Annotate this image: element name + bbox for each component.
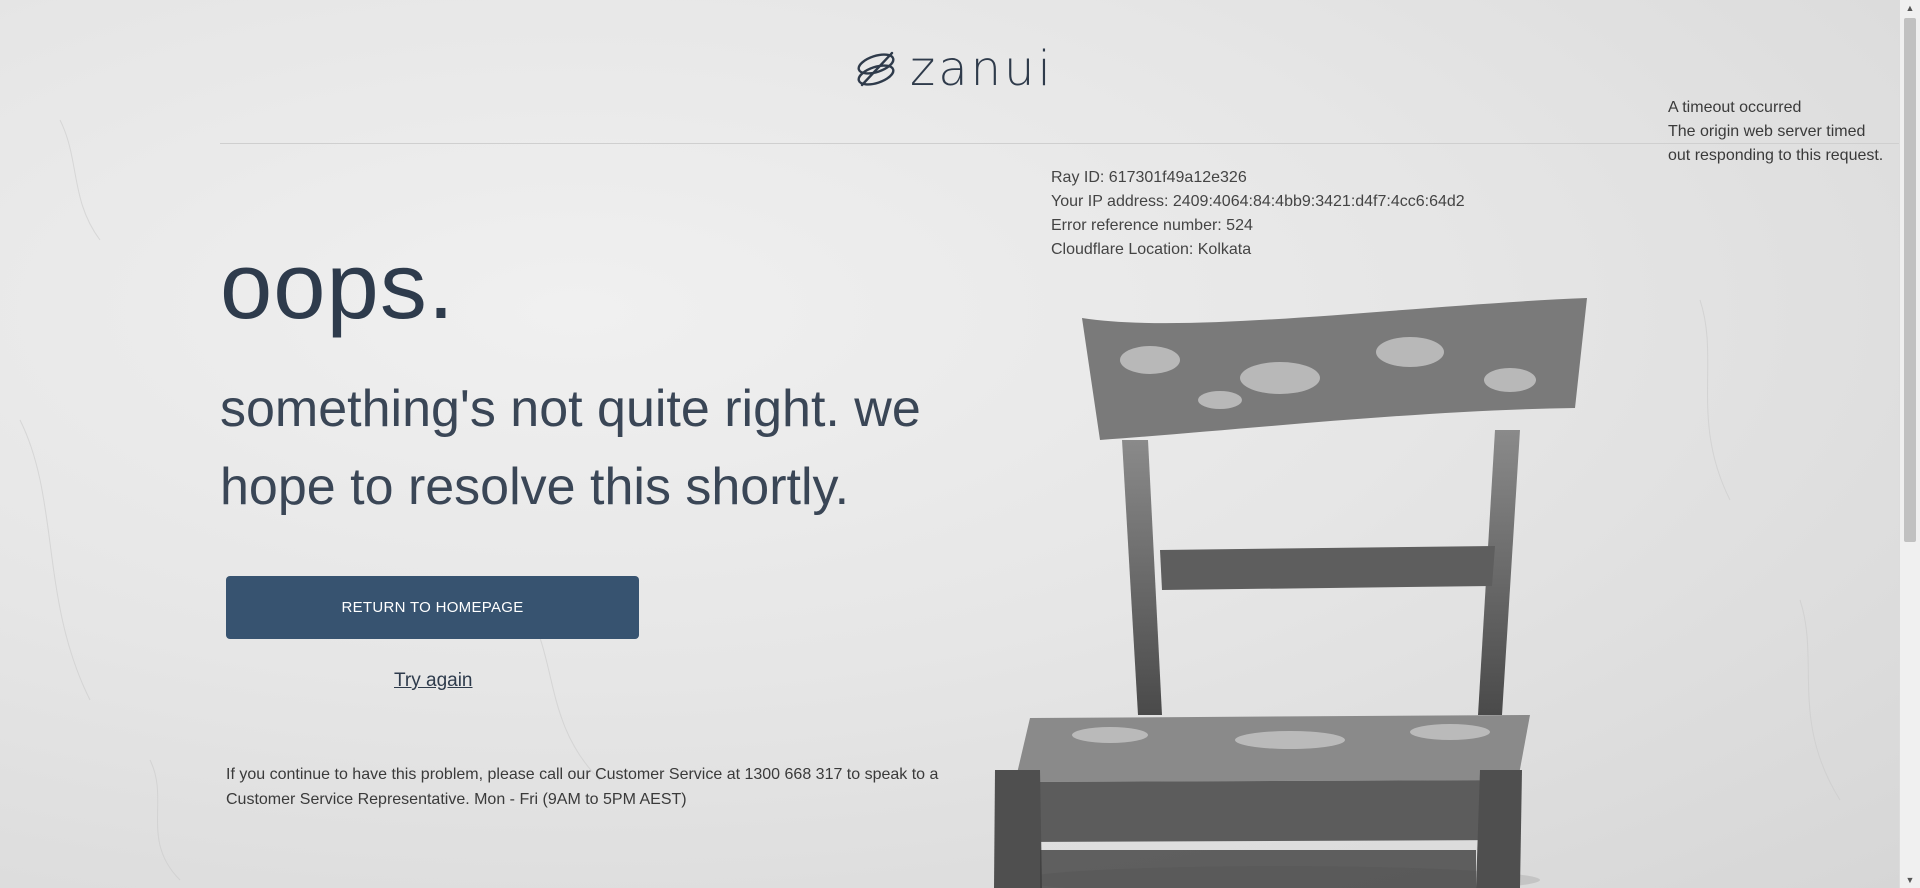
cloudflare-location: Cloudflare Location: Kolkata	[1051, 241, 1252, 258]
zanui-swirl-icon	[857, 51, 895, 87]
zanui-logo[interactable]: zanui	[852, 44, 1054, 94]
page-subtitle: something's not quite right. we hope to …	[220, 380, 921, 516]
header-divider	[220, 143, 1900, 144]
scroll-down-arrow-icon[interactable]: ▼	[1900, 872, 1920, 888]
timeout-notice: A timeout occurred The origin web server…	[1668, 96, 1908, 168]
scroll-up-arrow-icon[interactable]: ▲	[1900, 0, 1920, 16]
timeout-title: A timeout occurred	[1668, 99, 1802, 116]
brand-name: zanui	[910, 41, 1054, 97]
chair-image	[994, 298, 1587, 888]
timeout-line-2: out responding to this request.	[1668, 147, 1884, 164]
ip-address: Your IP address: 2409:4064:84:4bb9:3421:…	[1051, 193, 1465, 210]
customer-service-note: If you continue to have this problem, pl…	[226, 766, 939, 808]
return-to-homepage-button[interactable]: RETURN TO HOMEPAGE	[226, 576, 639, 639]
error-details: Ray ID: 617301f49a12e326 Your IP address…	[1051, 166, 1465, 262]
error-reference: Error reference number: 524	[1051, 217, 1253, 234]
timeout-line-1: The origin web server timed	[1668, 123, 1866, 140]
scroll-thumb[interactable]	[1904, 18, 1916, 542]
page-title: oops.	[220, 233, 455, 338]
try-again-link[interactable]: Try again	[394, 670, 473, 692]
vertical-scrollbar[interactable]: ▲ ▼	[1899, 0, 1920, 888]
ray-id: Ray ID: 617301f49a12e326	[1051, 169, 1247, 186]
